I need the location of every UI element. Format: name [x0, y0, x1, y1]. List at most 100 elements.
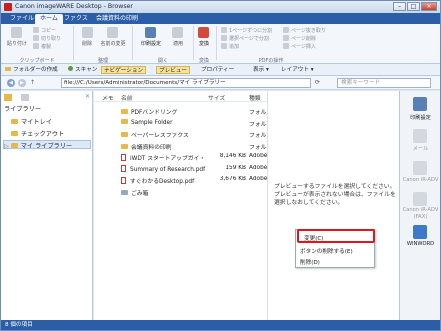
table-row[interactable]: PDFバンドリング フォル	[94, 107, 267, 117]
tree-item-checkout[interactable]: チェックアウト	[11, 129, 64, 138]
delete-button[interactable]: 削除	[77, 40, 97, 47]
library-icon	[10, 143, 18, 148]
group-separator	[216, 26, 217, 60]
table-row[interactable]: iWDT スタートアップガイ・ 8,146 KB Adobe	[94, 153, 267, 163]
checkout-icon	[11, 131, 18, 136]
file-name-cell: ペーパーレスファクス	[121, 130, 206, 139]
convert-button[interactable]: 変換	[194, 40, 214, 47]
pdf-icon	[121, 164, 126, 172]
file-type-cell: フォル	[249, 133, 267, 139]
close-pane-icon[interactable]: ✕	[85, 93, 90, 100]
folder-icon	[4, 94, 12, 101]
app-logo-icon	[4, 3, 12, 11]
tab-file[interactable]: ファイル	[5, 14, 39, 24]
rename-button[interactable]: 名前の変更	[98, 40, 128, 47]
fax-icon	[413, 192, 427, 206]
apply-icon	[172, 27, 183, 38]
paste-icon	[11, 27, 22, 38]
insert-page-button[interactable]: ページ挿入	[283, 43, 316, 50]
split-each-page-button[interactable]: 1ページずつに分割	[221, 27, 272, 34]
scan-button[interactable]: スキャン	[68, 66, 97, 74]
favorite-icon[interactable]	[21, 94, 29, 101]
address-field[interactable]: file:///C:/Users/Administrator/Documents…	[61, 78, 311, 88]
minimize-button[interactable]: –	[393, 2, 406, 11]
menu-item-remove-button[interactable]: ボタンの削除する(E)	[300, 247, 353, 255]
group-separator	[132, 26, 133, 60]
file-name-cell: 会議資料の印刷	[121, 142, 206, 151]
output-winword[interactable]: WINWORD	[402, 241, 439, 247]
file-name: ごみ箱	[131, 190, 149, 197]
file-type-cell: フォル	[249, 121, 267, 128]
scan-icon	[68, 66, 73, 71]
folder-icon	[121, 143, 128, 149]
cut-button[interactable]: 切り取り	[33, 35, 61, 42]
append-button[interactable]: 追加	[221, 43, 239, 50]
delete-icon	[82, 27, 93, 38]
file-size-cell: 159 KB	[225, 164, 246, 171]
search-input[interactable]: 検索キーワード	[337, 78, 431, 88]
group-separator	[73, 26, 74, 60]
file-size-cell: 8,146 KB	[219, 153, 246, 159]
layout-menu[interactable]: レイアウト ▾	[281, 66, 314, 74]
table-row[interactable]: ごみ箱	[94, 188, 267, 198]
view-toolbar: フォルダーの作成 スキャン ナビゲーション プレビュー プロパティー 表示 ▾ …	[1, 64, 440, 76]
preview-toggle[interactable]: プレビュー	[156, 66, 190, 74]
tree-item-mytray[interactable]: マイトレイ	[11, 117, 52, 126]
print-settings-icon	[145, 27, 156, 38]
output-mail[interactable]: メール	[402, 145, 439, 152]
split-icon	[221, 27, 227, 33]
tab-meeting-print[interactable]: 会議資料の印刷	[91, 14, 143, 24]
preview-message: プレビューするファイルを選択してください。プレビューが表示されない場合は、ファイ…	[274, 184, 396, 206]
chevron-down-icon: ▾	[264, 67, 269, 73]
ribbon-tab-bar: ファイル ホーム ファクス 会議資料の印刷	[1, 13, 440, 24]
maximize-button[interactable]: □	[407, 2, 420, 11]
file-name: すぐわかるDesktop.pdf	[130, 179, 195, 185]
printer-icon	[413, 161, 427, 175]
properties-button[interactable]: プロパティー	[201, 66, 234, 74]
library-pane: ✕ ライブラリー マイトレイ チェックアウト ▷ マイ ライブラリー	[1, 91, 93, 320]
table-row[interactable]: Sample Folder フォル	[94, 118, 267, 129]
header-divider	[94, 101, 267, 102]
file-name-cell: Summary of Research.pdf	[121, 164, 206, 173]
copy-button[interactable]: コピー	[33, 27, 56, 34]
tree-item-my-library[interactable]: ▷ マイ ライブラリー	[3, 140, 91, 150]
window-title: Canon imageWARE Desktop - Browser	[15, 3, 133, 10]
up-icon[interactable]: ↑	[30, 79, 35, 86]
file-name: Summary of Research.pdf	[130, 166, 206, 173]
table-row[interactable]: Summary of Research.pdf 159 KB Adobe	[94, 164, 267, 175]
forward-button[interactable]: ▶	[18, 79, 26, 87]
ribbon: 貼り付け コピー 切り取り 複製 クリップボード 削除 名前の変更 整理 印刷設…	[1, 24, 440, 64]
refresh-icon[interactable]: ⟳	[315, 79, 320, 86]
close-button[interactable]: ✕	[421, 2, 437, 11]
file-type-cell: Adobe	[249, 164, 267, 171]
back-button[interactable]: ◀	[7, 79, 15, 87]
tab-fax[interactable]: ファクス	[59, 14, 93, 24]
append-icon	[221, 43, 227, 49]
pdf-icon	[121, 154, 126, 161]
apply-button[interactable]: 適用	[168, 40, 188, 47]
table-row[interactable]: 会議資料の印刷 フォル	[94, 142, 267, 152]
menu-item-delete[interactable]: 削除(D)	[300, 258, 320, 266]
status-bar: 8 個の項目	[1, 320, 440, 330]
output-printer[interactable]: Canon iR-ADV	[402, 177, 439, 183]
output-fax[interactable]: Canon iR-ADV (FAX)	[402, 207, 439, 221]
file-type-cell: フォル	[249, 144, 267, 151]
delete-page-button[interactable]: ページ削除	[283, 35, 316, 42]
table-row[interactable]: ペーパーレスファクス フォル	[94, 130, 267, 140]
file-name: PDFバンドリング	[131, 110, 178, 116]
create-folder-button[interactable]: フォルダーの作成	[5, 66, 58, 74]
table-row[interactable]: すぐわかるDesktop.pdf 3,676 KB Adobe	[94, 176, 267, 186]
folder-icon	[121, 132, 128, 137]
pdf-group-label: PDFの操作	[258, 58, 284, 64]
output-print-settings[interactable]: 印刷設定	[402, 114, 439, 121]
print-settings-button[interactable]: 印刷設定	[136, 40, 166, 47]
paste-button[interactable]: 貼り付け	[5, 40, 29, 47]
title-bar: Canon imageWARE Desktop - Browser – □ ✕	[1, 1, 440, 13]
duplicate-button[interactable]: 複製	[33, 43, 51, 50]
navigation-toggle[interactable]: ナビゲーション	[101, 66, 147, 74]
extract-page-button[interactable]: ページ抜き取り	[283, 27, 326, 34]
view-menu[interactable]: 表示 ▾	[253, 66, 269, 74]
copy-icon	[33, 27, 39, 33]
rename-icon	[107, 27, 118, 38]
split-selected-button[interactable]: 選択ページで分割	[221, 35, 269, 42]
